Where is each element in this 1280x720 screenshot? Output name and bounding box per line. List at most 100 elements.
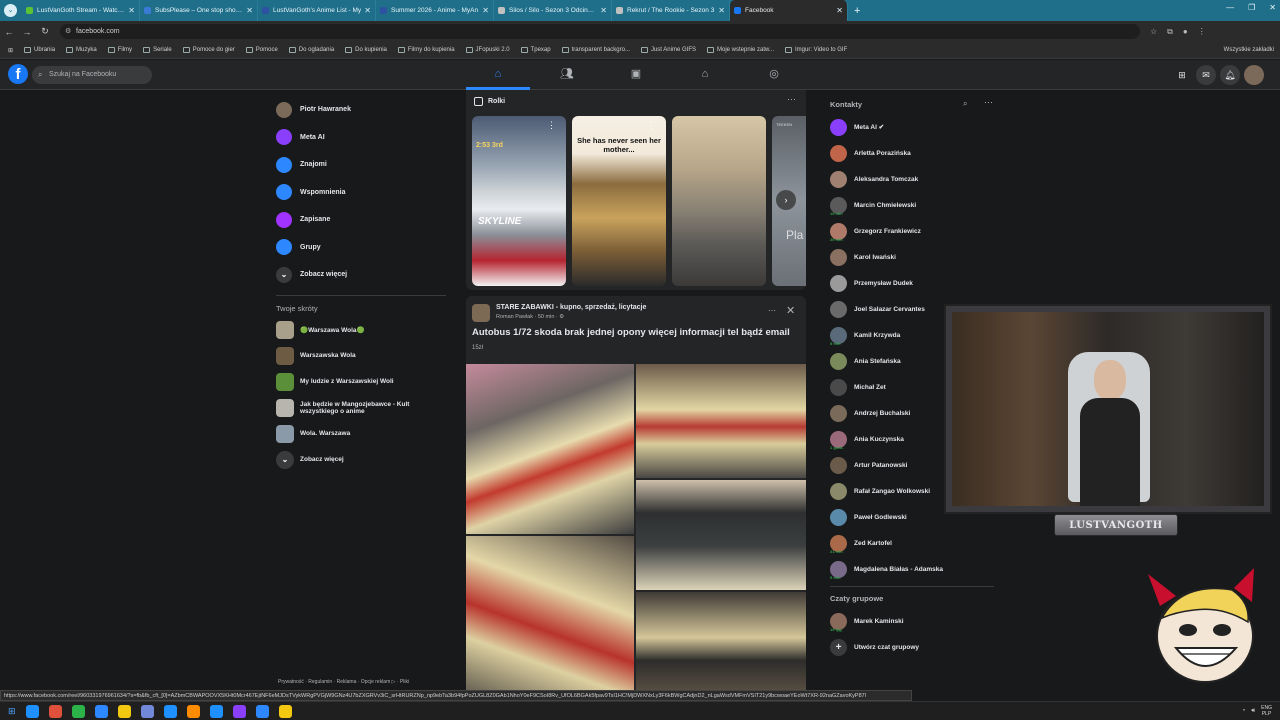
app-icon[interactable] — [71, 704, 85, 718]
post-photo[interactable] — [466, 536, 634, 706]
shortcut-item[interactable]: My ludzie z Warszawskiej Woli — [276, 369, 446, 395]
contact-item[interactable]: Aleksandra Tomczak — [830, 166, 1000, 192]
contact-item[interactable]: Zed Kartofel 21 min — [830, 530, 1000, 556]
reel-menu-icon[interactable]: ⋮ — [647, 120, 656, 131]
browser-tab[interactable]: Summer 2026 - Anime - MyAn ✕ — [376, 0, 494, 21]
bookmark-item[interactable]: transparent backgro... — [561, 47, 630, 53]
bookmark-item[interactable]: Seriale — [143, 47, 172, 53]
group-chat-item[interactable]: + Utwórz czat grupowy — [830, 634, 1000, 660]
contact-item[interactable]: Grzegorz Frankiewicz 29 min — [830, 218, 1000, 244]
app-icon[interactable] — [209, 704, 223, 718]
language-indicator[interactable]: ENG PLP — [1261, 705, 1272, 717]
reel-card[interactable]: ⋮ 2:53 3rd SKYLINE — [472, 116, 566, 286]
bookmark-star-icon[interactable]: ☆ — [1150, 27, 1157, 37]
shortcut-item[interactable]: Wola. Warszawa — [276, 421, 446, 447]
footer-links[interactable]: Prywatność · Regulamin · Reklama · Opcje… — [278, 679, 409, 685]
bookmark-item[interactable]: Ubrania — [24, 47, 55, 53]
notifications-icon[interactable]: 🔔︎ — [1220, 65, 1240, 85]
tab-close-icon[interactable]: ✕ — [482, 6, 489, 15]
tab-close-icon[interactable]: ✕ — [246, 6, 253, 15]
contact-item[interactable]: Marcin Chmielewski 19 min — [830, 192, 1000, 218]
tab-close-icon[interactable]: ✕ — [718, 6, 725, 15]
profile-icon[interactable]: ● — [1183, 27, 1188, 37]
browser-tab[interactable]: LustVanGoth's Anime List - My ✕ — [258, 0, 376, 21]
apps-icon[interactable]: ⊞ — [8, 47, 13, 54]
reload-icon[interactable]: ↻ — [36, 26, 54, 37]
post-photo[interactable] — [636, 480, 806, 590]
more-options-icon[interactable]: ⋯ — [984, 97, 993, 108]
app-icon[interactable] — [278, 704, 292, 718]
sidebar-item[interactable]: Znajomi — [276, 151, 446, 179]
post-photo[interactable] — [636, 592, 806, 706]
network-icon[interactable]: ◔ — [1242, 708, 1246, 714]
sidebar-item[interactable]: Wspomnienia — [276, 179, 446, 207]
menu-grid-icon[interactable]: ⊞ — [1172, 65, 1192, 85]
contact-item[interactable]: Przemysław Dudek — [830, 270, 1000, 296]
group-avatar[interactable] — [472, 304, 490, 322]
site-info-icon[interactable]: ⚙ — [65, 24, 71, 39]
sidebar-item[interactable]: Zapisane — [276, 206, 446, 234]
post-group-name[interactable]: STARE ZABAWKI - kupno, sprzedaż, licytac… — [496, 304, 646, 311]
bookmark-item[interactable]: Pomoce do gier — [182, 47, 235, 53]
next-arrow-icon[interactable]: › — [776, 190, 796, 210]
back-icon[interactable]: ← — [0, 27, 18, 37]
contact-item[interactable]: Karol Iwański — [830, 244, 1000, 270]
bookmark-item[interactable]: Do kupienia — [345, 47, 387, 53]
windows-start-icon[interactable]: ⊞ — [8, 706, 16, 717]
app-icon[interactable] — [186, 704, 200, 718]
search-icon[interactable]: ⌕ — [963, 99, 967, 109]
browser-tab[interactable]: SubsPlease – One stop shop fo ✕ — [140, 0, 258, 21]
more-options-icon[interactable]: ⋯ — [787, 94, 796, 105]
extension-icon[interactable]: ⧉ — [1167, 27, 1173, 37]
post-photo[interactable] — [466, 364, 634, 534]
tab-close-icon[interactable]: ✕ — [836, 6, 843, 15]
video-nav-icon[interactable]: ▣ — [626, 65, 646, 83]
browser-tab[interactable]: Silos / Silo - Sezon 3 Odcinek 2 ✕ — [494, 0, 612, 21]
volume-icon[interactable]: 🔊︎ — [1251, 708, 1255, 715]
sidebar-item[interactable]: Piotr Hawranek — [276, 96, 446, 124]
friends-nav-icon[interactable]: 👥︎ — [557, 65, 577, 83]
app-icon[interactable] — [48, 704, 62, 718]
shortcut-item[interactable]: 🟢Warszawa Wola🟢 — [276, 317, 446, 343]
app-icon[interactable] — [94, 704, 108, 718]
bookmark-item[interactable]: Moje wstepnie zatw... — [706, 47, 774, 53]
browser-tab[interactable]: Rekrut / The Rookie - Sezon 3 ✕ — [612, 0, 730, 21]
bookmark-item[interactable]: Do ogladania — [288, 47, 334, 53]
post-photo[interactable] — [636, 364, 806, 478]
forward-icon[interactable]: → — [18, 27, 36, 37]
url-field[interactable]: ⚙ facebook.com — [60, 24, 1140, 39]
bookmark-item[interactable]: JFopuski 2.0 — [465, 47, 510, 53]
app-icon[interactable] — [232, 704, 246, 718]
contact-item[interactable]: Arletta Porazińska — [830, 140, 1000, 166]
gaming-nav-icon[interactable]: ◎ — [764, 65, 784, 83]
menu-icon[interactable]: ⋮ — [1198, 27, 1206, 37]
new-tab-button[interactable]: + — [854, 5, 860, 17]
contact-item[interactable]: Meta AI ✔ — [830, 114, 1000, 140]
more-options-icon[interactable]: ⋯ — [768, 306, 776, 315]
profile-avatar[interactable] — [1244, 65, 1264, 85]
search-input[interactable]: ⌕ Szukaj na Facebooku — [32, 66, 152, 84]
shortcut-item[interactable]: Warszawska Wola — [276, 343, 446, 369]
maximize-icon[interactable]: ❐ — [1248, 3, 1255, 12]
facebook-logo[interactable]: f — [8, 64, 28, 84]
reel-card[interactable] — [672, 116, 766, 286]
messenger-icon[interactable]: ✉ — [1196, 65, 1216, 85]
bookmark-item[interactable]: Muzyka — [66, 47, 97, 53]
app-icon[interactable] — [117, 704, 131, 718]
tab-close-icon[interactable]: ✕ — [600, 6, 607, 15]
contact-item[interactable]: Magdalena Białas - Adamska 5 min — [830, 556, 1000, 582]
all-bookmarks[interactable]: Wszystkie zakładki — [1224, 47, 1274, 53]
home-icon[interactable]: ⌂ — [488, 65, 508, 83]
bookmark-item[interactable]: Imgur: Video to GIF — [785, 47, 847, 53]
sidebar-item[interactable]: Grupy — [276, 234, 446, 262]
marketplace-nav-icon[interactable]: ⌂ — [695, 65, 715, 83]
bookmark-item[interactable]: Filmy — [107, 47, 132, 53]
tab-close-icon[interactable]: ✕ — [364, 6, 371, 15]
minimize-icon[interactable]: — — [1226, 3, 1234, 12]
sidebar-item[interactable]: Meta AI — [276, 124, 446, 152]
reel-card[interactable]: ⋮ She has never seen her mother... — [572, 116, 666, 286]
close-icon[interactable]: ✕ — [786, 304, 795, 317]
bookmark-item[interactable]: Tpexap — [520, 47, 551, 53]
app-icon[interactable] — [255, 704, 269, 718]
reel-menu-icon[interactable]: ⋮ — [547, 120, 556, 131]
